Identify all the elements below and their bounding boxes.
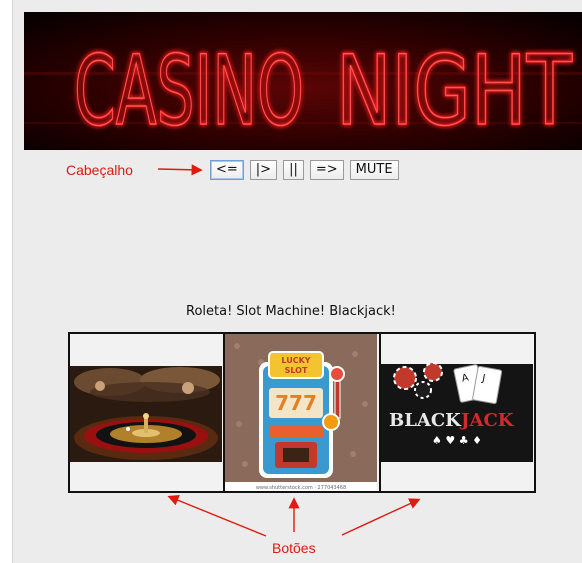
roulette-icon	[70, 334, 222, 491]
pause-button[interactable]: ||	[283, 160, 304, 180]
games-title: Roleta! Slot Machine! Blackjack!	[186, 304, 396, 319]
slot-footer: www.shutterstock.com · 277043468	[256, 485, 346, 491]
game-buttons-row: www.shutterstock.com · 277043468 LUCKY S…	[68, 332, 536, 493]
next-button[interactable]: =>	[309, 160, 344, 180]
blackjack-button[interactable]: A J BLACK JACK ♠ ♥ ♣ ♦	[380, 334, 534, 491]
blackjack-icon: A J BLACK JACK ♠ ♥ ♣ ♦	[380, 334, 533, 491]
slot-machine-icon: www.shutterstock.com · 277043468 LUCKY S…	[225, 334, 378, 491]
mute-button[interactable]: MUTE	[349, 160, 399, 180]
annotation-botoes: Botões	[272, 540, 316, 556]
blackjack-word1: BLACK	[389, 410, 462, 431]
casino-night-banner: CASINO NIGHT CASINO NIGHT	[24, 12, 582, 150]
media-controls: <= |> || => MUTE	[210, 160, 399, 180]
banner-title-casino-core: CASINO	[74, 35, 304, 147]
annotation-cabecalho: Cabeçalho	[66, 162, 133, 178]
svg-text:LUCKY: LUCKY	[282, 356, 311, 365]
slot-machine-button[interactable]: www.shutterstock.com · 277043468 LUCKY S…	[225, 334, 381, 491]
blackjack-word2: JACK	[459, 410, 515, 431]
previous-button[interactable]: <=	[210, 160, 244, 180]
banner-title-night-core: NIGHT	[336, 35, 572, 147]
roulette-button[interactable]	[70, 334, 226, 491]
svg-text:SLOT: SLOT	[285, 366, 308, 375]
slot-digits: 777	[275, 391, 317, 415]
play-button[interactable]: |>	[249, 160, 278, 180]
blackjack-suits: ♠ ♥ ♣ ♦	[432, 434, 482, 447]
